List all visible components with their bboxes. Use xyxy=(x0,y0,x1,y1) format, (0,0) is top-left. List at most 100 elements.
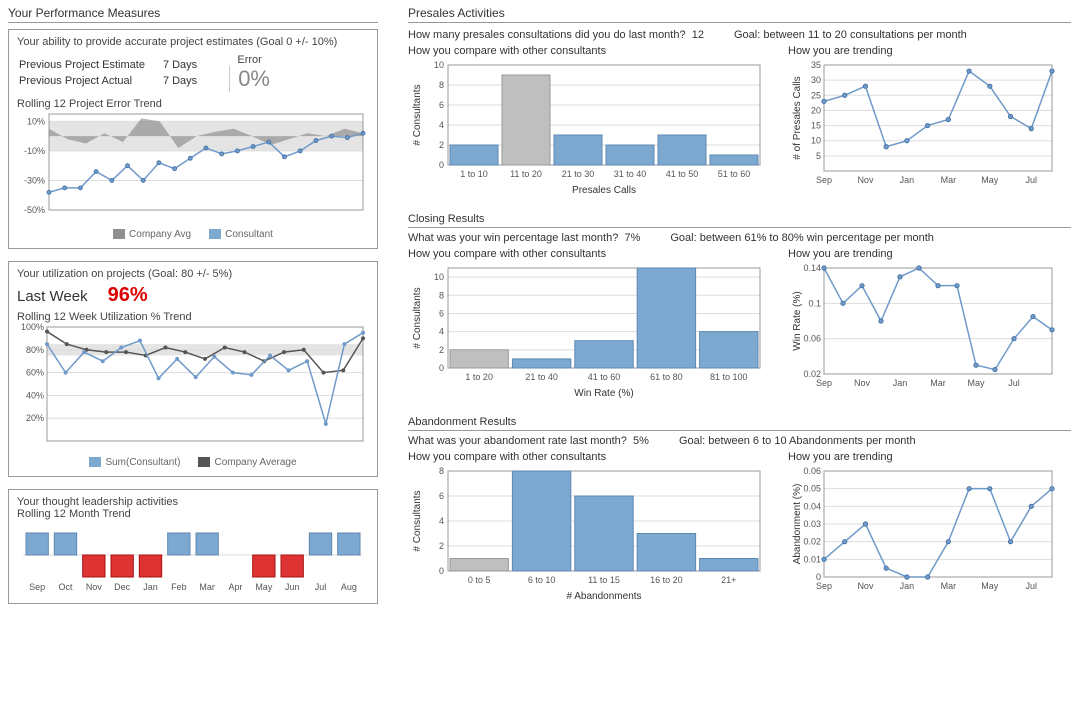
svg-text:Aug: Aug xyxy=(341,582,357,592)
row-val: 7 Days xyxy=(163,58,213,72)
aband-goal: Goal: between 6 to 10 Abandonments per m… xyxy=(679,435,916,447)
svg-text:Sep: Sep xyxy=(816,378,832,388)
svg-text:0: 0 xyxy=(439,566,444,576)
section-presales: Presales Activities How many presales co… xyxy=(408,4,1071,199)
svg-text:Nov: Nov xyxy=(857,175,874,185)
svg-text:100%: 100% xyxy=(21,323,44,332)
section-abandonment: Abandonment Results What was your abando… xyxy=(408,414,1071,605)
svg-text:May: May xyxy=(981,175,999,185)
util-last-label: Last Week xyxy=(17,288,88,305)
panel-utilization: Your utilization on projects (Goal: 80 +… xyxy=(8,261,378,477)
svg-text:1 to 10: 1 to 10 xyxy=(460,169,488,179)
svg-text:10%: 10% xyxy=(27,116,45,126)
svg-text:16 to 20: 16 to 20 xyxy=(650,575,683,585)
svg-text:Sep: Sep xyxy=(29,582,45,592)
svg-text:Dec: Dec xyxy=(114,582,131,592)
svg-text:Mar: Mar xyxy=(930,378,946,388)
svg-text:# of Presales Calls: # of Presales Calls xyxy=(792,76,803,159)
aband-question: What was your abandoment rate last month… xyxy=(408,435,627,447)
svg-text:May: May xyxy=(255,582,273,592)
svg-text:10: 10 xyxy=(434,60,444,70)
chart-closing-hist: 02468101 to 2021 to 4041 to 6061 to 8081… xyxy=(408,262,768,402)
chart-presales-hist: 02468101 to 1011 to 2021 to 3031 to 4041… xyxy=(408,59,768,199)
row-label: Previous Project Estimate xyxy=(19,58,161,72)
estimate-table: Previous Project Estimate7 Days Previous… xyxy=(17,56,215,90)
svg-text:Jan: Jan xyxy=(900,175,915,185)
svg-text:15: 15 xyxy=(811,121,821,131)
svg-text:Sep: Sep xyxy=(816,175,832,185)
thought-title: Your thought leadership activities xyxy=(17,496,369,508)
panel-thought: Your thought leadership activities Rolli… xyxy=(8,489,378,604)
svg-text:May: May xyxy=(967,378,985,388)
svg-text:# Abandonments: # Abandonments xyxy=(566,591,641,602)
svg-text:0 to 5: 0 to 5 xyxy=(468,575,491,585)
svg-text:Presales Calls: Presales Calls xyxy=(572,185,636,196)
thought-trend-header: Rolling 12 Month Trend xyxy=(17,508,369,520)
svg-text:Mar: Mar xyxy=(199,582,215,592)
svg-text:0.05: 0.05 xyxy=(803,484,821,494)
svg-text:25: 25 xyxy=(811,90,821,100)
chart-aband-trend: 00.010.020.030.040.050.06SepNovJanMarMay… xyxy=(788,465,1058,605)
closing-goal: Goal: between 61% to 80% win percentage … xyxy=(670,232,934,244)
svg-text:0.06: 0.06 xyxy=(803,334,821,344)
chart-closing-trend: 0.020.060.10.14SepNovJanMarMayJulWin Rat… xyxy=(788,262,1058,402)
svg-text:11 to 20: 11 to 20 xyxy=(510,169,542,179)
svg-text:0.01: 0.01 xyxy=(803,554,821,564)
svg-text:Feb: Feb xyxy=(171,582,187,592)
svg-text:60%: 60% xyxy=(26,368,44,378)
chart-thought: SepOctNovDecJanFebMarAprMayJunJulAug xyxy=(17,520,367,595)
svg-text:-50%: -50% xyxy=(24,205,45,215)
svg-text:1 to 20: 1 to 20 xyxy=(465,372,493,382)
error-value: 0% xyxy=(229,66,270,92)
svg-text:8: 8 xyxy=(439,466,444,476)
trend-header: How you are trending xyxy=(788,45,1058,57)
chart-estimate-trend: 10%-10%-30%-50% xyxy=(17,110,367,225)
svg-text:0: 0 xyxy=(439,363,444,373)
closing-title: Closing Results xyxy=(408,211,1071,228)
svg-text:0.02: 0.02 xyxy=(803,537,821,547)
svg-text:0: 0 xyxy=(439,160,444,170)
chart-util-trend: 100%80%60%40%20% xyxy=(17,323,367,453)
svg-text:35: 35 xyxy=(811,60,821,70)
row-val: 7 Days xyxy=(163,74,213,88)
svg-text:Nov: Nov xyxy=(857,581,874,591)
svg-text:-30%: -30% xyxy=(24,175,45,185)
svg-text:2: 2 xyxy=(439,140,444,150)
error-header: Error xyxy=(229,54,270,66)
trend-header: How you are trending xyxy=(788,248,1058,260)
svg-text:Jul: Jul xyxy=(315,582,327,592)
right-column: Presales Activities How many presales co… xyxy=(408,4,1071,617)
svg-text:21 to 40: 21 to 40 xyxy=(525,372,558,382)
svg-text:4: 4 xyxy=(439,516,444,526)
closing-answer: 7% xyxy=(624,232,640,244)
presales-title: Presales Activities xyxy=(408,4,1071,23)
svg-text:21 to 30: 21 to 30 xyxy=(562,169,595,179)
svg-text:30: 30 xyxy=(811,75,821,85)
legend-estimate: Company Avg Consultant xyxy=(17,225,369,240)
svg-text:0.1: 0.1 xyxy=(808,298,821,308)
aband-answer: 5% xyxy=(633,435,649,447)
section-closing: Closing Results What was your win percen… xyxy=(408,211,1071,402)
svg-text:Nov: Nov xyxy=(86,582,103,592)
cmp-header: How you compare with other consultants xyxy=(408,45,768,57)
svg-text:6: 6 xyxy=(439,308,444,318)
svg-text:4: 4 xyxy=(439,120,444,130)
legend-label: Consultant xyxy=(225,229,273,240)
svg-text:11 to 15: 11 to 15 xyxy=(588,575,620,585)
estimate-trend-header: Rolling 12 Project Error Trend xyxy=(17,98,369,110)
util-title: Your utilization on projects (Goal: 80 +… xyxy=(17,268,369,280)
util-trend-header: Rolling 12 Week Utilization % Trend xyxy=(17,311,369,323)
legend-label: Sum(Consultant) xyxy=(105,457,180,468)
svg-text:0.06: 0.06 xyxy=(803,466,821,476)
svg-text:# Consultants: # Consultants xyxy=(412,84,423,145)
svg-text:Jun: Jun xyxy=(285,582,300,592)
svg-text:Mar: Mar xyxy=(941,581,957,591)
legend-util: Sum(Consultant) Company Average xyxy=(17,453,369,468)
svg-text:Jan: Jan xyxy=(143,582,158,592)
svg-text:Win Rate (%): Win Rate (%) xyxy=(574,388,633,399)
panel-estimate: Your ability to provide accurate project… xyxy=(8,29,378,249)
dashboard: Your Performance Measures Your ability t… xyxy=(0,0,1079,621)
svg-text:Oct: Oct xyxy=(58,582,73,592)
svg-text:Nov: Nov xyxy=(854,378,871,388)
row-label: Previous Project Actual xyxy=(19,74,161,88)
